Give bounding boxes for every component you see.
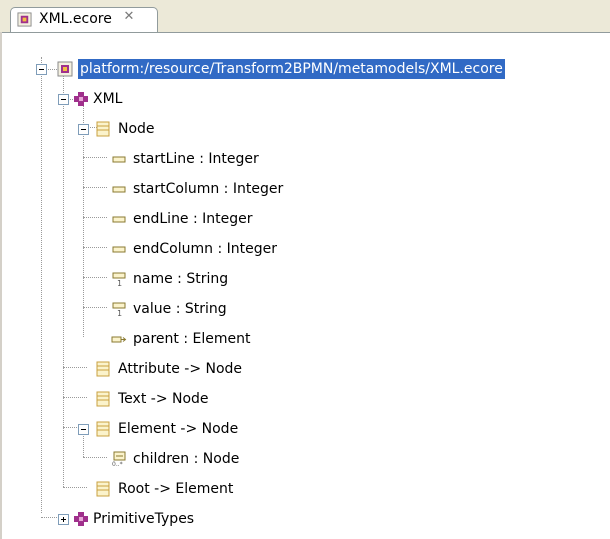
tree-item-attribute[interactable]: endLine : Integer bbox=[0, 207, 610, 231]
tree-item-label: Attribute -> Node bbox=[118, 361, 243, 377]
tree-item-class-element[interactable]: Element -> Node bbox=[0, 417, 610, 441]
tree-item-resource[interactable]: platform:/resource/Transform2BPMN/metamo… bbox=[0, 57, 610, 81]
tree-item-label: Text -> Node bbox=[118, 391, 209, 407]
svg-text:1: 1 bbox=[117, 279, 122, 287]
containment-reference-icon: 0..* bbox=[112, 451, 126, 467]
tree-item-label: children : Node bbox=[133, 451, 240, 467]
tree-item-label: XML bbox=[93, 91, 123, 107]
ecore-tree[interactable]: platform:/resource/Transform2BPMN/metamo… bbox=[0, 33, 610, 539]
tree-item-label: parent : Element bbox=[133, 331, 251, 347]
tree-item-class-attribute[interactable]: Attribute -> Node bbox=[0, 357, 610, 381]
package-icon bbox=[74, 512, 88, 526]
tree-item-label: name : String bbox=[133, 271, 229, 287]
attribute-icon bbox=[112, 186, 126, 193]
collapse-toggle[interactable] bbox=[36, 64, 47, 75]
collapse-toggle[interactable] bbox=[78, 424, 89, 435]
class-icon bbox=[96, 421, 110, 437]
svg-text:1: 1 bbox=[117, 309, 122, 317]
class-icon bbox=[96, 361, 110, 377]
tab-title: XML.ecore bbox=[39, 11, 112, 27]
tree-item-label: platform:/resource/Transform2BPMN/metamo… bbox=[78, 59, 505, 79]
tree-item-package-xml[interactable]: XML bbox=[0, 87, 610, 111]
tree-item-label: endLine : Integer bbox=[133, 211, 253, 227]
tree-item-label: Node bbox=[118, 121, 155, 137]
required-attribute-icon: 1 bbox=[112, 272, 126, 287]
tree-item-class-node[interactable]: Node bbox=[0, 117, 610, 141]
close-icon[interactable]: ✕ bbox=[121, 9, 137, 25]
svg-text:0..*: 0..* bbox=[112, 461, 123, 467]
tree-item-label: endColumn : Integer bbox=[133, 241, 277, 257]
expand-toggle[interactable] bbox=[58, 514, 69, 525]
ecore-file-icon bbox=[17, 12, 32, 27]
tree-item-class-text[interactable]: Text -> Node bbox=[0, 387, 610, 411]
attribute-icon bbox=[112, 156, 126, 163]
tree-item-label: Element -> Node bbox=[118, 421, 239, 437]
collapse-toggle[interactable] bbox=[78, 124, 89, 135]
resource-icon bbox=[57, 61, 73, 77]
class-icon bbox=[96, 391, 110, 407]
tree-item-class-root[interactable]: Root -> Element bbox=[0, 477, 610, 501]
package-icon bbox=[74, 92, 88, 106]
tree-item-package-primitive-types[interactable]: PrimitiveTypes bbox=[0, 507, 610, 531]
attribute-icon bbox=[112, 246, 126, 253]
tree-item-label: value : String bbox=[133, 301, 227, 317]
required-attribute-icon: 1 bbox=[112, 302, 126, 317]
tree-item-attribute[interactable]: endColumn : Integer bbox=[0, 237, 610, 261]
tree-item-reference[interactable]: parent : Element bbox=[0, 327, 610, 351]
tree-item-label: PrimitiveTypes bbox=[93, 511, 195, 527]
tree-item-label: startLine : Integer bbox=[133, 151, 259, 167]
class-icon bbox=[96, 121, 110, 137]
tree-item-attribute[interactable]: 1 value : String bbox=[0, 297, 610, 321]
close-glyph: ✕ bbox=[123, 9, 135, 24]
collapse-toggle[interactable] bbox=[58, 94, 69, 105]
tab-xml-ecore[interactable]: XML.ecore ✕ bbox=[10, 7, 158, 32]
reference-icon bbox=[111, 336, 127, 343]
tree-item-attribute[interactable]: startColumn : Integer bbox=[0, 177, 610, 201]
class-icon bbox=[96, 481, 110, 497]
tree-item-reference[interactable]: 0..* children : Node bbox=[0, 447, 610, 471]
tree-item-label: startColumn : Integer bbox=[133, 181, 284, 197]
editor-tab-bar: XML.ecore ✕ bbox=[0, 0, 610, 33]
tree-item-attribute[interactable]: 1 name : String bbox=[0, 267, 610, 291]
attribute-icon bbox=[112, 216, 126, 223]
tree-item-attribute[interactable]: startLine : Integer bbox=[0, 147, 610, 171]
tree-item-label: Root -> Element bbox=[118, 481, 234, 497]
